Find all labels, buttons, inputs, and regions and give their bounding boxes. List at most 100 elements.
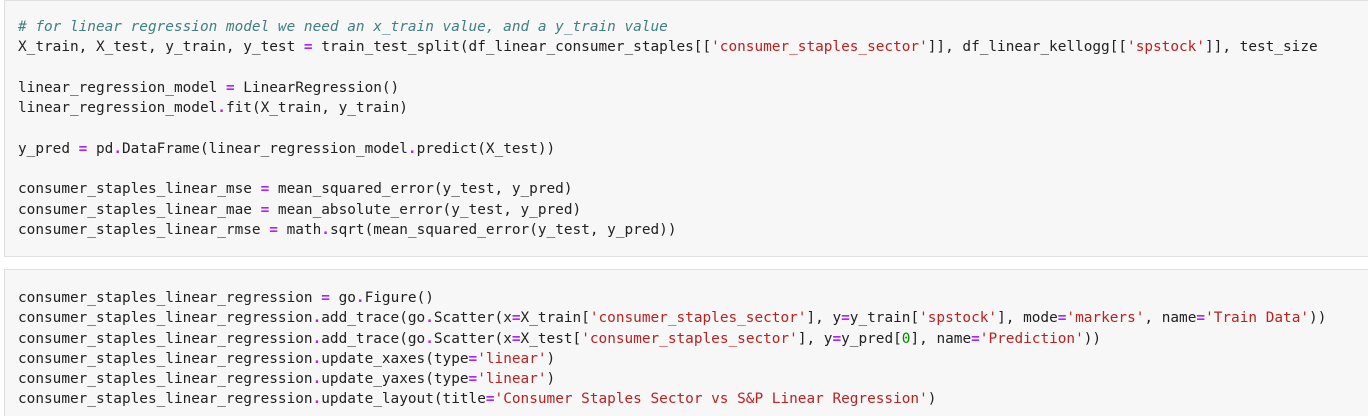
code-line: consumer_staples_linear_regression.add_t… — [18, 329, 1326, 349]
code-token: )) — [1083, 330, 1102, 347]
code-operator: . — [425, 310, 434, 327]
code-operator: = — [485, 391, 495, 408]
code-operator: = — [511, 310, 521, 327]
code-token: ], y — [806, 310, 842, 327]
code-token: consumer_staples_linear_regression — [18, 310, 313, 327]
code-string: 'consumer_staples_sector' — [581, 330, 798, 347]
code-token: ], y — [797, 330, 833, 347]
code-string: 'Prediction' — [979, 330, 1084, 347]
code-token: X_train, X_test, y_train, y_test — [18, 39, 304, 56]
code-token: fit(X_train, y_train) — [225, 100, 408, 117]
code-token: Figure() — [364, 290, 434, 306]
code-token: consumer_staples_linear_mae — [18, 201, 261, 218]
code-cell-plot-figure[interactable]: consumer_staples_linear_regression = go.… — [4, 269, 1368, 416]
code-string: 'linear' — [477, 371, 547, 388]
code-token: ]], test_size — [1205, 39, 1318, 56]
code-operator: . — [312, 391, 322, 408]
code-token: ]], df_linear_kellogg[[ — [927, 39, 1128, 56]
code-token: DataFrame(linear_regression_model — [122, 140, 408, 157]
code-token: , name — [1144, 310, 1197, 327]
code-operator: . — [312, 330, 322, 347]
code-token: y_pred[ — [841, 330, 902, 347]
code-operator: = — [468, 371, 478, 388]
code-operator: = — [269, 221, 278, 238]
code-editor[interactable]: consumer_staples_linear_regression = go.… — [18, 288, 1326, 410]
code-operator: . — [312, 350, 322, 367]
code-token: go — [329, 290, 356, 306]
code-operator: = — [971, 330, 980, 347]
code-token: update_xaxes(type — [321, 350, 469, 367]
code-token: consumer_staples_linear_regression — [18, 391, 313, 408]
code-token: linear_regression_model — [18, 100, 218, 117]
code-token: Scatter(x — [433, 310, 512, 327]
code-line: linear_regression_model = LinearRegressi… — [18, 78, 1318, 98]
code-token: consumer_staples_linear_mse — [18, 181, 261, 198]
code-token: consumer_staples_linear_regression — [18, 290, 322, 306]
code-token: math — [277, 221, 322, 238]
code-token: X_test[ — [520, 330, 582, 347]
code-line: consumer_staples_linear_regression.updat… — [18, 389, 1326, 409]
code-line: # for linear regression model we need an… — [18, 17, 1318, 37]
code-token: sqrt(mean_squared_error(y_test, y_pred)) — [329, 221, 677, 238]
code-token: predict(X_test)) — [416, 140, 556, 157]
code-string: 'spstock' — [919, 310, 998, 327]
code-token: X_train[ — [520, 310, 590, 327]
code-line: consumer_staples_linear_rmse = math.sqrt… — [18, 220, 1318, 240]
code-line: y_pred = pd.DataFrame(linear_regression_… — [18, 139, 1318, 159]
code-operator: = — [303, 39, 313, 56]
code-cell-model-training[interactable]: # for linear regression model we need an… — [4, 0, 1368, 257]
code-line: consumer_staples_linear_regression.updat… — [18, 349, 1326, 369]
code-token: consumer_staples_linear_regression — [18, 330, 313, 347]
code-operator: = — [321, 290, 330, 306]
code-token: add_trace(go — [321, 330, 426, 347]
code-token: consumer_staples_linear_regression — [18, 350, 313, 367]
code-line: consumer_staples_linear_regression.updat… — [18, 369, 1326, 389]
code-operator: = — [511, 330, 521, 347]
code-string: 'consumer_staples_sector' — [589, 310, 807, 327]
code-token: ], mode — [997, 310, 1058, 327]
code-token: pd — [87, 140, 114, 157]
code-token: consumer_staples_linear_rmse — [18, 221, 270, 238]
code-operator: . — [355, 290, 365, 306]
code-token: add_trace(go — [321, 310, 426, 327]
code-operator: = — [260, 201, 270, 218]
code-line: X_train, X_test, y_train, y_test = train… — [18, 37, 1318, 57]
code-operator: = — [841, 310, 850, 327]
code-token: consumer_staples_linear_regression — [18, 371, 313, 388]
code-operator: = — [468, 350, 478, 367]
code-operator: . — [312, 371, 322, 388]
code-operator: = — [225, 79, 235, 96]
code-string: 'linear' — [477, 350, 547, 367]
code-line: consumer_staples_linear_regression = go.… — [18, 288, 1326, 308]
code-token: ) — [927, 391, 937, 408]
code-token: )) — [1309, 310, 1327, 327]
code-operator: = — [832, 330, 842, 347]
code-operator: . — [217, 100, 226, 117]
code-string: 'Consumer Staples Sector vs S&P Linear R… — [494, 391, 928, 408]
code-token: LinearRegression() — [234, 79, 400, 96]
code-editor[interactable]: # for linear regression model we need an… — [18, 17, 1318, 240]
code-comment: # for linear regression model we need an… — [18, 19, 668, 35]
code-token: mean_absolute_error(y_test, y_pred) — [269, 201, 582, 218]
code-operator: = — [260, 181, 270, 198]
code-string: 'spstock' — [1127, 39, 1206, 56]
code-line: linear_regression_model.fit(X_train, y_t… — [18, 98, 1318, 118]
code-token: ) — [546, 371, 556, 388]
code-token: update_layout(title — [321, 391, 486, 408]
code-line: consumer_staples_linear_mse = mean_squar… — [18, 179, 1318, 199]
code-operator: . — [425, 330, 434, 347]
code-token: update_yaxes(type — [321, 371, 469, 388]
code-token: y_train[ — [849, 310, 920, 327]
code-operator: . — [407, 140, 417, 157]
code-operator: . — [312, 310, 322, 327]
code-token: ], name — [910, 330, 972, 347]
code-token: Scatter(x — [433, 330, 512, 347]
code-operator: . — [321, 221, 330, 238]
code-operator: . — [113, 140, 122, 157]
code-token: train_test_split(df_linear_consumer_stap… — [312, 39, 712, 56]
code-token: linear_regression_model — [18, 79, 226, 96]
code-token: y_pred — [18, 140, 79, 157]
